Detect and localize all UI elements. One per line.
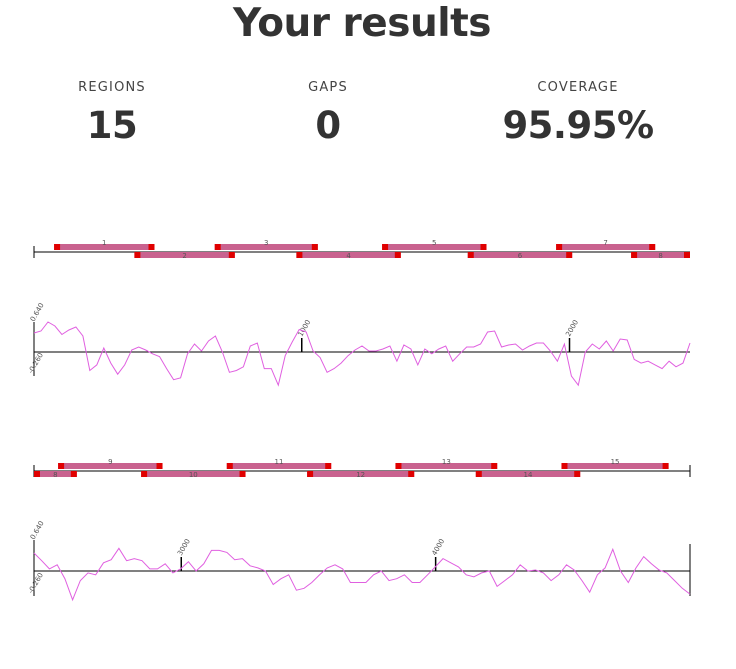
region-label: 5 — [432, 239, 436, 247]
region-end-marker — [574, 471, 581, 477]
region-end-marker — [662, 463, 669, 469]
region-start-marker — [141, 471, 148, 477]
signal-ymax-label: 0.640 — [29, 302, 46, 323]
region-label: 3 — [264, 239, 268, 247]
region-end-marker — [684, 252, 690, 258]
region-label: 12 — [356, 471, 365, 479]
signal-tick-label: 1000 — [297, 319, 313, 338]
region-label: 15 — [611, 458, 620, 466]
region-start-marker — [307, 471, 314, 477]
region-end-marker — [148, 244, 155, 250]
region-label: 6 — [518, 252, 523, 260]
signal-line — [33, 321, 691, 387]
region-end-marker — [239, 471, 246, 477]
region-label: 1 — [102, 239, 106, 247]
region-start-marker — [296, 252, 303, 258]
region-label: 10 — [189, 471, 198, 479]
region-start-marker — [395, 463, 402, 469]
region-start-marker — [34, 471, 40, 477]
region-start-marker — [58, 463, 65, 469]
region-label: 9 — [108, 458, 112, 466]
region-start-marker — [467, 252, 474, 258]
region-label: 8 — [53, 471, 57, 479]
signal-tick-label: 2000 — [564, 319, 580, 338]
region-start-marker — [226, 463, 233, 469]
region-start-marker — [134, 252, 141, 258]
region-end-marker — [649, 244, 656, 250]
region-start-marker — [382, 244, 389, 250]
region-label: 11 — [275, 458, 284, 466]
region-start-marker — [214, 244, 221, 250]
signal-ymin-label: -0.260 — [27, 351, 45, 375]
signal-tick-label: 4000 — [430, 538, 446, 557]
region-label: 14 — [524, 471, 533, 479]
region-label: 8 — [658, 252, 662, 260]
region-end-marker — [394, 252, 401, 258]
region-end-marker — [228, 252, 235, 258]
region-label: 7 — [603, 239, 607, 247]
region-end-marker — [325, 463, 332, 469]
region-label: 4 — [346, 252, 351, 260]
coverage-tracks: 123456780.640-0.2601000 20008910111213141… — [27, 239, 691, 602]
region-end-marker — [408, 471, 415, 477]
region-end-marker — [566, 252, 573, 258]
region-start-marker — [54, 244, 61, 250]
region-label: 13 — [442, 458, 451, 466]
region-start-marker — [561, 463, 568, 469]
region-end-marker — [156, 463, 163, 469]
region-start-marker — [556, 244, 563, 250]
region-start-marker — [631, 252, 638, 258]
signal-ymax-label: 0.640 — [29, 520, 46, 541]
region-end-marker — [491, 463, 498, 469]
signal-ymin-label: -0.260 — [27, 571, 45, 595]
signal-tick-label: 3000 — [176, 538, 192, 557]
region-end-marker — [311, 244, 318, 250]
signal-line — [33, 547, 691, 602]
region-start-marker — [475, 471, 482, 477]
region-end-marker — [70, 471, 77, 477]
region-label: 2 — [182, 252, 186, 260]
region-end-marker — [480, 244, 487, 250]
